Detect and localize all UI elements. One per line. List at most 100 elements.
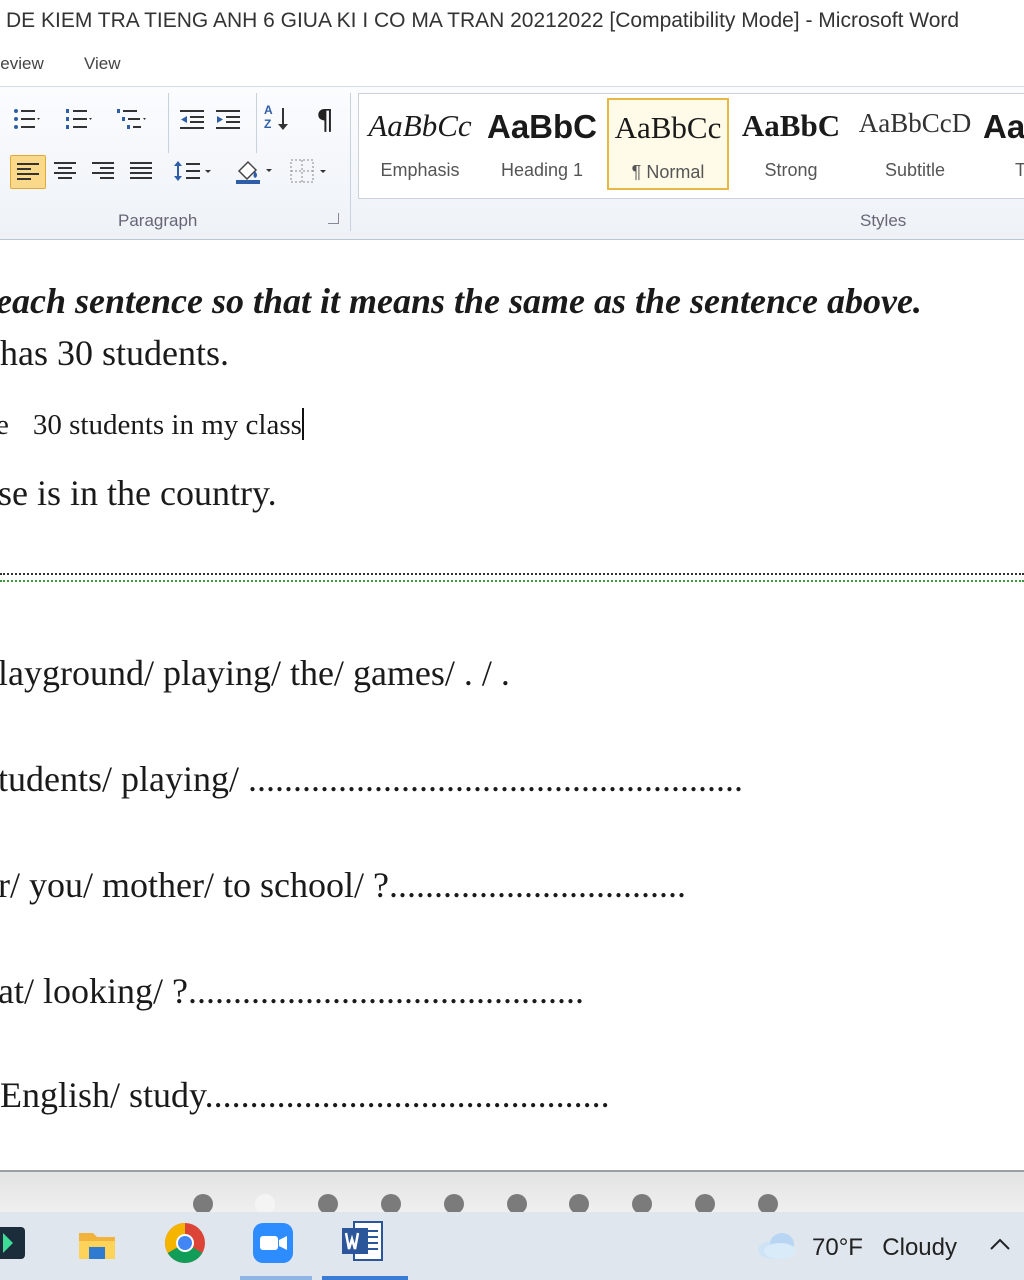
numbering-button[interactable] [62,103,96,135]
chrome-button[interactable] [162,1222,208,1268]
style-heading-1[interactable]: AaBbC Heading 1 [483,98,601,190]
align-center-button[interactable] [48,155,82,187]
style-preview: Aa [983,108,1024,145]
weather-widget[interactable]: 70°F Cloudy [812,1234,957,1262]
style-subtitle[interactable]: AaBbCcD Subtitle [853,98,977,190]
style-name: Strong [764,160,818,180]
ribbon-separator [256,93,257,153]
justify-icon [128,160,154,182]
chevron-up-icon[interactable] [988,1234,1012,1259]
bullet-list-icon [12,107,42,131]
align-left-icon [15,161,41,183]
style-preview: AaBbC [741,108,841,143]
chrome-icon [163,1221,207,1270]
style-preview: AaBbCcD [858,108,972,138]
style-preview: AaBbCc [614,110,722,145]
document-line: has 30 students. [0,333,229,373]
tab-view[interactable]: View [84,54,121,74]
page-dot[interactable] [507,1194,527,1214]
group-separator [350,93,351,231]
style-name: Heading 1 [500,160,584,180]
weather-temperature: 70°F [812,1234,863,1261]
bullets-button[interactable] [10,103,44,135]
cloud-icon [756,1230,798,1265]
page-dot[interactable] [695,1194,715,1214]
grammar-underline [0,580,1024,582]
zoom-icon [251,1221,295,1270]
taskbar: 70°F Cloudy [0,1212,1024,1280]
paint-bucket-icon [233,157,277,185]
app-launcher-icon [0,1223,29,1268]
page-dot[interactable] [193,1194,213,1214]
align-right-button[interactable] [86,155,120,187]
text-cursor [301,408,304,440]
style-name: Emphasis [380,160,460,180]
decrease-indent-icon [178,107,208,131]
page-dot[interactable] [444,1194,464,1214]
style-emphasis[interactable]: AaBbCc Emphasis [361,98,479,190]
show-hide-button[interactable]: ¶ [308,102,342,136]
word-icon [340,1218,386,1269]
document-line: se is in the country. [0,473,277,513]
taskbar-indicator-active [322,1276,408,1280]
document-page[interactable]: each sentence so that it means the same … [0,240,1024,1170]
sort-icon: A Z [262,103,292,133]
page-dot[interactable] [318,1194,338,1214]
page-dot[interactable] [569,1194,589,1214]
justify-button[interactable] [124,155,158,187]
line-spacing-icon [173,159,215,183]
page-dot-active[interactable] [255,1194,275,1214]
ribbon: A Z ¶ Paragraph AaBbCc Emphasis AaBbC He… [0,86,1024,241]
document-line: r/ you/ mother/ to school/ ?............… [0,865,686,905]
align-right-icon [90,160,116,182]
style-name: ¶ Normal [631,162,705,182]
borders-icon [287,158,331,184]
line-spacing-button[interactable] [172,155,216,187]
style-strong[interactable]: AaBbC Strong [733,98,849,190]
line-text: 30 students in my class [32,409,302,441]
weather-condition: Cloudy [882,1234,958,1261]
title-bar: DE KIEM TRA TIENG ANH 6 GIUA KI I CO MA … [0,0,1024,46]
style-title[interactable]: Aa T [981,98,1024,190]
page-dot[interactable] [381,1194,401,1214]
shading-button[interactable] [232,155,278,187]
document-line-current: e 30 students in my class [0,408,304,442]
align-left-button[interactable] [10,155,46,189]
styles-gallery: AaBbCc Emphasis AaBbC Heading 1 AaBbCc ¶… [358,93,1024,199]
document-line: layground/ playing/ the/ games/ . / . [0,653,510,693]
dotted-answer-line [0,573,1024,575]
document-line: tudents/ playing/ ......................… [0,759,743,799]
style-normal[interactable]: AaBbCc ¶ Normal [607,98,729,190]
decrease-indent-button[interactable] [176,103,210,135]
tab-review[interactable]: Review [0,54,44,74]
app-launcher-button[interactable] [0,1222,30,1268]
page-dot[interactable] [632,1194,652,1214]
style-preview: AaBbCc [368,108,472,143]
style-preview: AaBbC [486,108,597,145]
page-dot[interactable] [758,1194,778,1214]
paragraph-dialog-launcher[interactable] [328,213,339,224]
borders-button[interactable] [286,155,332,187]
document-line: English/ study..........................… [0,1075,610,1115]
style-name: Subtitle [884,160,946,180]
document-line: at/ looking/ ?..........................… [0,971,584,1011]
zoom-button[interactable] [250,1222,296,1268]
taskbar-indicator [240,1276,312,1280]
ribbon-tabs: Review View [0,46,1024,86]
sort-button[interactable]: A Z [260,103,294,135]
multilevel-list-button[interactable] [116,103,150,135]
numbered-list-icon [64,107,94,131]
paragraph-group-label: Paragraph [118,211,198,230]
word-button[interactable] [338,1220,388,1266]
increase-indent-icon [214,107,244,131]
window-title: DE KIEM TRA TIENG ANH 6 GIUA KI I CO MA … [6,9,960,32]
style-name: T [981,160,1024,181]
multilevel-list-icon [116,107,150,131]
ribbon-separator [168,93,169,153]
file-explorer-icon [75,1223,119,1268]
increase-indent-button[interactable] [212,103,246,135]
pilcrow-icon: ¶ [316,102,334,136]
file-explorer-button[interactable] [74,1222,120,1268]
instruction-heading: each sentence so that it means the same … [0,281,922,321]
styles-group-label: Styles [860,211,907,230]
